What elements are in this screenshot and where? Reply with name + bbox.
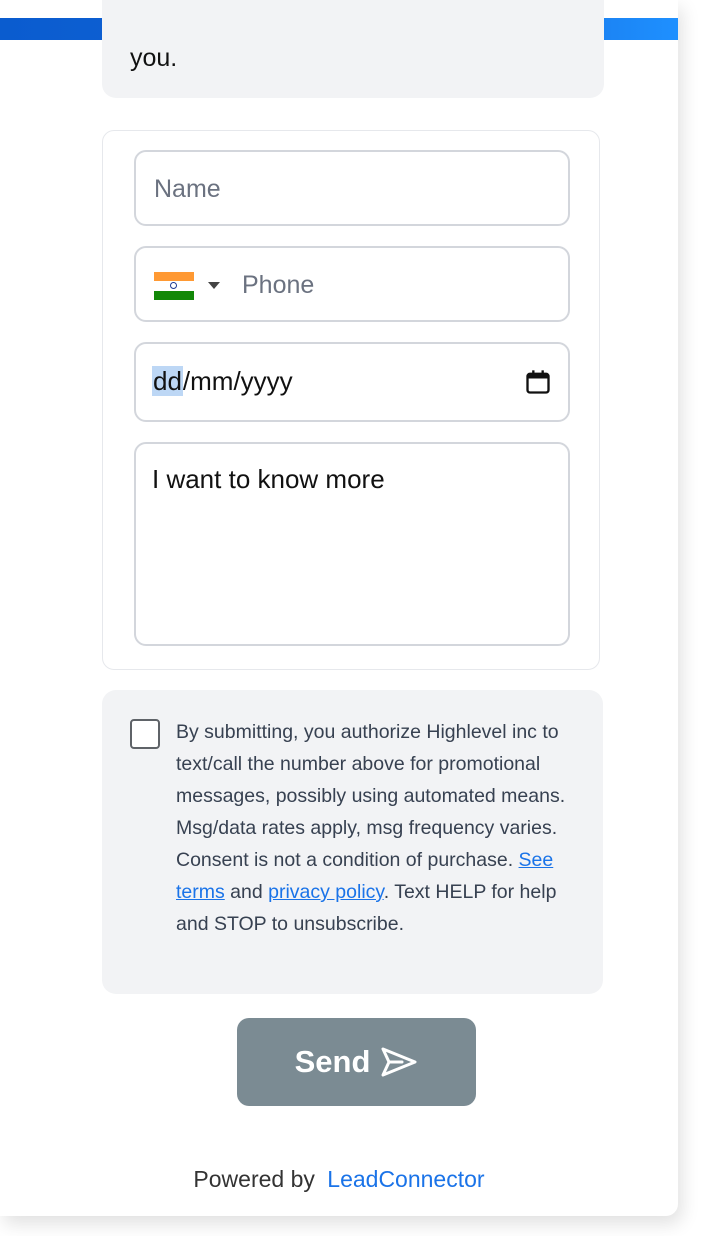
send-button-label: Send <box>294 1044 371 1079</box>
chevron-down-icon[interactable] <box>208 282 220 289</box>
page-background <box>678 0 728 1236</box>
send-icon <box>381 1047 417 1077</box>
phone-field[interactable] <box>134 246 570 322</box>
consent-checkbox[interactable] <box>130 719 160 749</box>
date-rest-segment[interactable]: /mm/yyyy <box>183 366 293 396</box>
date-input[interactable]: dd/mm/yyyy <box>152 366 293 397</box>
message-text: you. <box>130 44 178 72</box>
message-field[interactable]: I want to know more <box>134 442 570 646</box>
date-day-segment[interactable]: dd <box>152 366 183 396</box>
message-textarea[interactable]: I want to know more <box>152 464 385 495</box>
send-button[interactable]: Send <box>237 1018 476 1106</box>
message-bubble <box>102 0 604 98</box>
calendar-icon[interactable] <box>524 368 552 396</box>
name-field[interactable] <box>134 150 570 226</box>
privacy-policy-link[interactable]: privacy policy <box>268 881 384 903</box>
powered-by-text: Powered by <box>193 1166 315 1192</box>
date-field[interactable]: dd/mm/yyyy <box>134 342 570 422</box>
consent-text-body: By submitting, you authorize Highlevel i… <box>176 721 566 871</box>
leadconnector-link[interactable]: LeadConnector <box>327 1166 484 1192</box>
consent-text: By submitting, you authorize Highlevel i… <box>176 716 576 940</box>
name-input[interactable] <box>152 152 556 226</box>
phone-input[interactable] <box>240 248 554 322</box>
consent-and: and <box>224 881 269 903</box>
india-flag-icon[interactable] <box>154 272 194 300</box>
footer: Powered by LeadConnector <box>0 1166 678 1193</box>
